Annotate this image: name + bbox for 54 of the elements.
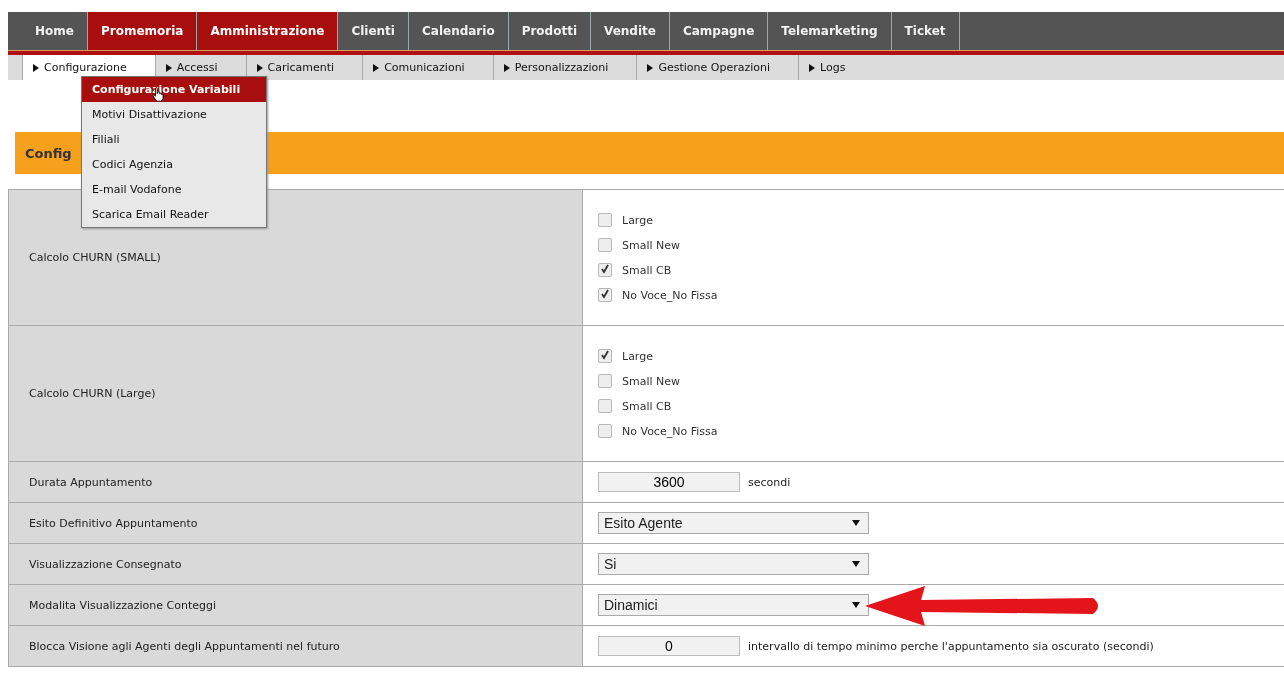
checkbox-label: No Voce_No Fissa	[622, 424, 718, 438]
triangle-icon	[503, 63, 510, 72]
checkbox[interactable]	[598, 399, 612, 413]
triangle-icon	[373, 63, 380, 72]
caret-icon	[852, 520, 860, 526]
checkbox[interactable]	[598, 374, 612, 388]
setting-label: Calcolo CHURN (Large)	[29, 387, 156, 400]
subnav-tab[interactable]: Personalizzazioni	[492, 55, 637, 80]
menu-item[interactable]: Motivi Disattivazione	[82, 102, 266, 127]
checkbox-label: Large	[622, 213, 653, 227]
dropdown[interactable]: Esito Agente	[598, 512, 869, 534]
checkbox[interactable]	[598, 349, 612, 363]
checkbox-label: Small CB	[622, 263, 672, 277]
checkbox-label: Large	[622, 349, 653, 363]
triangle-icon	[33, 63, 39, 72]
section-title: Config	[25, 145, 72, 161]
input-field[interactable]: 0	[598, 636, 740, 656]
input-field[interactable]: 3600	[598, 472, 740, 492]
triangle-icon	[256, 63, 263, 72]
subnav-tab[interactable]: Gestione Operazioni	[636, 55, 798, 80]
setting-label: Blocca Visione agli Agenti degli Appuntamenti nel futuro	[29, 639, 340, 653]
nav-tab[interactable]: Amministrazione	[197, 12, 339, 50]
nav-tab[interactable]: Promemoria	[87, 12, 198, 50]
unit-label: secondi	[748, 475, 791, 489]
subnav-tab[interactable]: Configurazione	[22, 55, 155, 80]
menu-item[interactable]: Codici Agenzia	[82, 152, 266, 177]
subnav-tab[interactable]: Logs	[798, 55, 874, 80]
checkbox[interactable]	[598, 238, 612, 252]
unit-label: intervallo di tempo minimo perche l'appuntamento sia oscurato (secondi)	[748, 639, 1154, 653]
menu-item[interactable]: Configurazione Variabili	[82, 77, 266, 102]
checkbox-label: No Voce_No Fissa	[622, 288, 718, 302]
checkbox-label: Small CB	[622, 399, 672, 413]
checkbox-label: Small New	[622, 238, 681, 252]
menu-item[interactable]: E-mail Vodafone	[82, 177, 266, 202]
menu-item[interactable]: Scarica Email Reader	[82, 202, 266, 227]
triangle-icon	[809, 63, 815, 72]
checkbox[interactable]	[598, 288, 612, 302]
caret-icon	[852, 561, 860, 567]
setting-label: Modalita Visualizzazione Conteggi	[29, 598, 217, 612]
setting-label: Calcolo CHURN (SMALL)	[29, 251, 161, 264]
checkbox[interactable]	[598, 263, 612, 277]
menu-item[interactable]: Filiali	[82, 127, 266, 152]
checkbox[interactable]	[598, 424, 612, 438]
checkbox[interactable]	[598, 213, 612, 227]
checkbox-label: Small New	[622, 374, 681, 388]
dropdown[interactable]: Dinamici	[598, 594, 869, 616]
caret-icon	[852, 602, 860, 608]
triangle-icon	[165, 63, 172, 72]
setting-label: Durata Appuntamento	[29, 475, 153, 489]
subnav-tab[interactable]: Comunicazioni	[362, 55, 493, 80]
triangle-icon	[647, 63, 654, 72]
dropdown[interactable]: Si	[598, 553, 869, 575]
setting-label: Esito Definitivo Appuntamento	[29, 516, 198, 530]
setting-label: Visualizzazione Consegnato	[29, 557, 182, 571]
